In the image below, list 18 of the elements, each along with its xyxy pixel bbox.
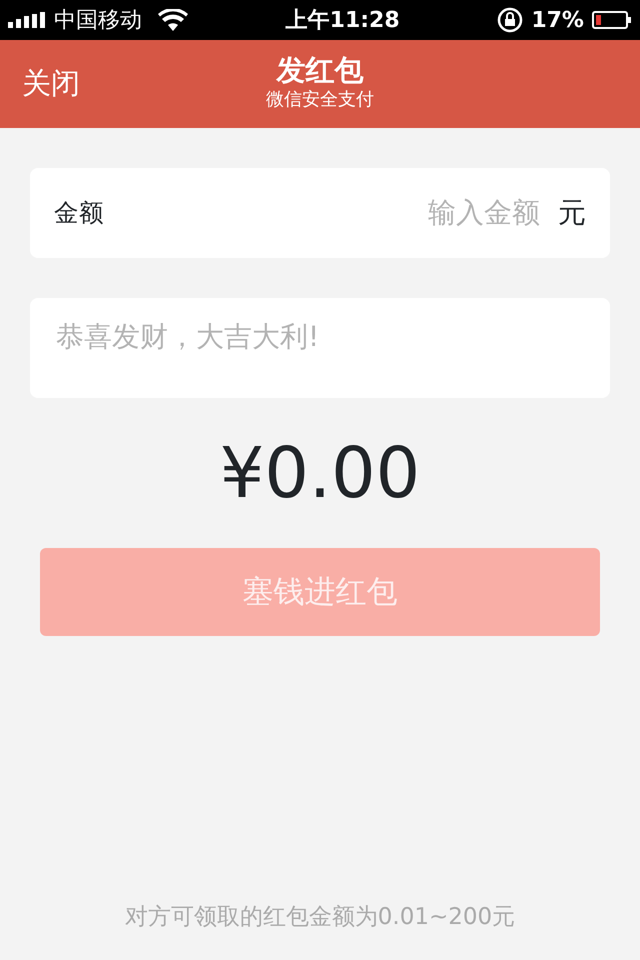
page-title: 发红包 bbox=[276, 54, 364, 86]
message-input[interactable]: 恭喜发财，大吉大利! bbox=[54, 314, 586, 382]
battery-percent: 17% bbox=[531, 6, 584, 34]
amount-label: 金额 bbox=[54, 196, 104, 229]
close-button[interactable]: 关闭 bbox=[22, 62, 80, 106]
status-time: 上午11:28 bbox=[284, 6, 401, 34]
rotation-lock-icon bbox=[497, 7, 524, 33]
amount-field[interactable]: 金额 输入金额 元 bbox=[30, 168, 610, 258]
footer-note: 对方可领取的红包金额为0.01~200元 bbox=[124, 903, 516, 932]
unit-label: 元 bbox=[558, 195, 586, 231]
page-subtitle: 微信安全支付 bbox=[266, 88, 374, 112]
amount-input[interactable]: 输入金额 bbox=[104, 191, 542, 235]
carrier-name: 中国移动 bbox=[54, 6, 142, 34]
total-amount: ¥0.00 bbox=[218, 438, 422, 508]
message-field[interactable]: 恭喜发财，大吉大利! bbox=[30, 298, 610, 398]
wifi-icon bbox=[158, 9, 188, 31]
signal-icon bbox=[8, 12, 46, 28]
battery-icon bbox=[592, 11, 632, 29]
